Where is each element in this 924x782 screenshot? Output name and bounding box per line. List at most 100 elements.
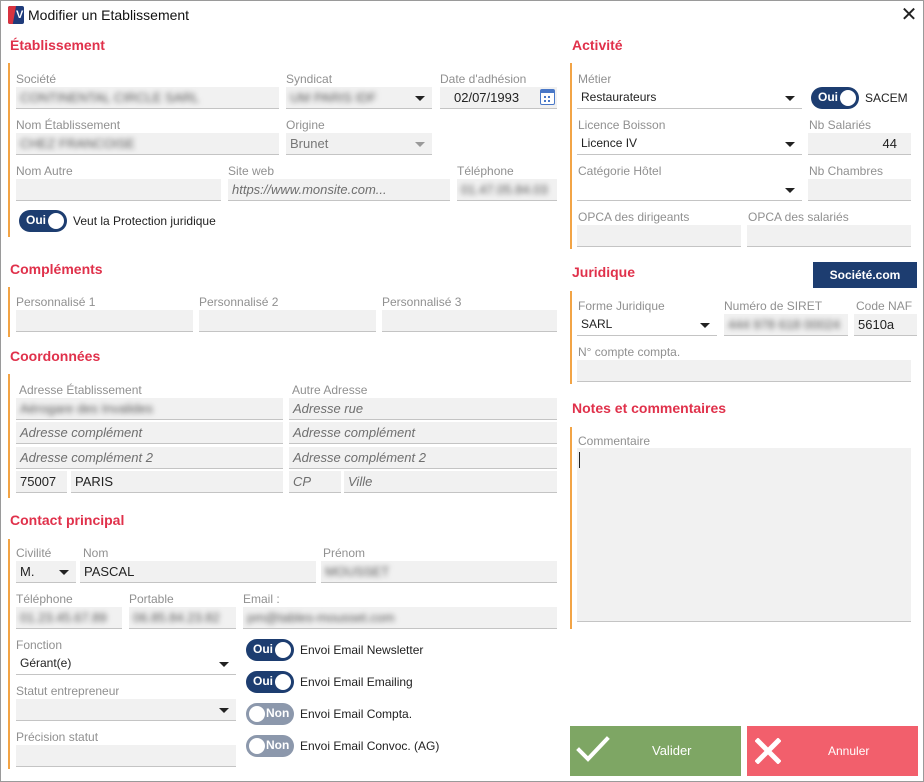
compte-compta-field[interactable]: [577, 360, 911, 382]
nom-etablissement-value: CHEZ FRANCOISE: [20, 136, 135, 151]
chevron-down-icon: [59, 570, 69, 575]
commentaire-label: Commentaire: [578, 434, 651, 448]
prenom-field[interactable]: MOUSSET: [321, 561, 557, 583]
cp-etab-field[interactable]: 75007: [16, 471, 67, 493]
nom-autre-label: Nom Autre: [16, 164, 73, 178]
adresse-etab-label: Adresse Établissement: [19, 383, 142, 397]
telephone-etab-field[interactable]: 01.47.05.84.03: [457, 179, 557, 201]
chevron-down-icon: [219, 708, 229, 713]
societe-com-button[interactable]: Société.com: [813, 262, 917, 288]
chevron-down-icon: [415, 142, 425, 147]
section-title-etablissement: Établissement: [10, 37, 105, 53]
valider-button[interactable]: Valider: [570, 726, 741, 776]
fonction-value: Gérant(e): [20, 656, 72, 670]
licence-boisson-label: Licence Boisson: [578, 118, 666, 132]
autre-ville-field[interactable]: Ville: [344, 471, 557, 493]
forme-juridique-label: Forme Juridique: [578, 299, 665, 313]
personnalise-3-field[interactable]: [382, 310, 557, 332]
telephone-contact-field[interactable]: 01.23.45.67.89: [16, 607, 122, 629]
chevron-down-icon: [785, 96, 795, 101]
convoc-toggle[interactable]: Non: [246, 735, 294, 757]
fonction-select[interactable]: Gérant(e): [16, 653, 236, 675]
annuler-label: Annuler: [828, 744, 870, 758]
statut-entrepreneur-select[interactable]: [16, 699, 236, 721]
opca-dirigeants-field[interactable]: [577, 225, 741, 247]
chevron-down-icon: [785, 142, 795, 147]
site-web-field[interactable]: https://www.monsite.com...: [228, 179, 450, 201]
newsletter-label: Envoi Email Newsletter: [300, 643, 424, 657]
toggle-state: Oui: [253, 674, 273, 688]
close-icon[interactable]: ✕: [897, 3, 921, 27]
calendar-icon[interactable]: [540, 89, 555, 105]
code-naf-field[interactable]: 5610a: [854, 314, 917, 336]
personnalise-3-label: Personnalisé 3: [382, 295, 462, 309]
toggle-knob: [249, 738, 265, 754]
telephone-etab-value: 01.47.05.84.03: [461, 182, 548, 197]
chevron-down-icon: [785, 188, 795, 193]
toggle-state: Non: [266, 706, 290, 720]
ville-etab-field[interactable]: PARIS: [71, 471, 283, 493]
licence-boisson-value: Licence IV: [581, 136, 638, 150]
opca-salaries-field[interactable]: [747, 225, 911, 247]
nom-etablissement-field[interactable]: CHEZ FRANCOISE: [16, 133, 279, 155]
newsletter-toggle[interactable]: Oui: [246, 639, 294, 661]
site-web-placeholder: https://www.monsite.com...: [232, 182, 387, 197]
email-field[interactable]: pm@tables-mousset.com: [243, 607, 557, 629]
syndicat-value: UM PARIS IDF: [290, 90, 377, 105]
nb-chambres-field[interactable]: [808, 179, 911, 201]
siret-field[interactable]: 444 978 618 00024: [724, 314, 848, 336]
nb-salaries-field[interactable]: 44: [808, 133, 911, 155]
annuler-button[interactable]: Annuler: [747, 726, 918, 776]
autre-adresse-complement-field[interactable]: Adresse complément: [289, 422, 557, 444]
adresse-etab-rue-field[interactable]: Aérogare des Invalides: [16, 398, 283, 420]
commentaire-textarea[interactable]: [577, 448, 911, 622]
nb-salaries-value: 44: [882, 136, 897, 151]
autre-adresse-complement2-field[interactable]: Adresse complément 2: [289, 447, 557, 469]
civilite-select[interactable]: M.: [16, 561, 76, 583]
sacem-toggle[interactable]: Oui: [811, 87, 859, 109]
nom-autre-field[interactable]: [16, 179, 221, 201]
syndicat-label: Syndicat: [286, 72, 333, 86]
chevron-down-icon: [415, 96, 425, 101]
toggle-knob: [275, 642, 291, 658]
telephone-contact-label: Téléphone: [16, 592, 73, 606]
telephone-contact-value: 01.23.45.67.89: [20, 610, 107, 625]
ville-etab-value: PARIS: [75, 474, 114, 489]
personnalise-1-field[interactable]: [16, 310, 193, 332]
licence-boisson-select[interactable]: Licence IV: [577, 133, 802, 155]
emailing-toggle[interactable]: Oui: [246, 671, 294, 693]
civilite-label: Civilité: [16, 546, 52, 560]
complement2-placeholder: Adresse complément 2: [293, 450, 426, 465]
section-title-complements: Compléments: [10, 261, 103, 277]
toggle-state: Oui: [818, 90, 838, 104]
forme-juridique-select[interactable]: SARL: [577, 314, 717, 336]
societe-field[interactable]: CONTINENTAL CIRCLE SARL: [16, 87, 279, 109]
toggle-knob: [249, 706, 265, 722]
adresse-etab-complement-field[interactable]: Adresse complément: [16, 422, 283, 444]
email-label: Email :: [243, 592, 280, 606]
categorie-hotel-select[interactable]: [577, 179, 802, 201]
precision-statut-field[interactable]: [16, 745, 236, 767]
toggle-state: Oui: [26, 213, 46, 227]
autre-adresse-rue-field[interactable]: Adresse rue: [289, 398, 557, 420]
section-bar: [570, 63, 572, 249]
syndicat-select[interactable]: UM PARIS IDF: [286, 87, 432, 109]
portable-field[interactable]: 06.85.84.23.82: [129, 607, 236, 629]
metier-select[interactable]: Restaurateurs: [577, 87, 802, 109]
protection-juridique-toggle[interactable]: Oui: [19, 210, 67, 232]
autre-cp-field[interactable]: CP: [289, 471, 341, 493]
compta-toggle[interactable]: Non: [246, 703, 294, 725]
nom-contact-field[interactable]: PASCAL: [80, 561, 316, 583]
origine-select[interactable]: Brunet: [286, 133, 432, 155]
checkmark-icon: [576, 736, 610, 762]
convoc-label: Envoi Email Convoc. (AG): [300, 739, 440, 753]
portable-label: Portable: [129, 592, 174, 606]
opca-dirigeants-label: OPCA des dirigeants: [578, 210, 690, 224]
ville-placeholder: Ville: [348, 474, 373, 489]
adresse-etab-complement2-field[interactable]: Adresse complément 2: [16, 447, 283, 469]
section-title-activite: Activité: [572, 37, 623, 53]
personnalise-2-field[interactable]: [199, 310, 376, 332]
code-naf-label: Code NAF: [856, 299, 913, 313]
valider-label: Valider: [652, 743, 692, 758]
window-title: Modifier un Etablissement: [28, 7, 190, 23]
